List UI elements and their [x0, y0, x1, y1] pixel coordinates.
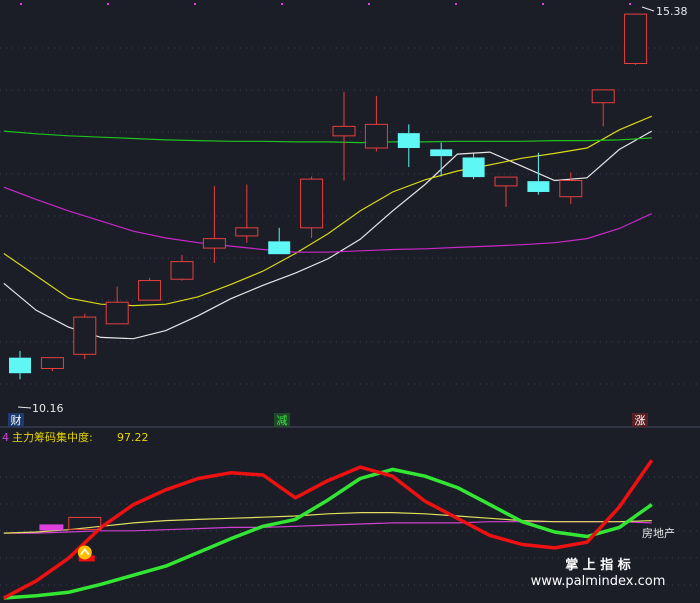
- marker-zhang: 涨: [635, 414, 646, 427]
- marker-cai: 财: [11, 413, 22, 427]
- candle-body-16: [527, 181, 550, 192]
- top-dot-5: [455, 3, 457, 5]
- candle-body-19: [624, 13, 648, 64]
- watermark-title: 掌 上 指 标: [565, 557, 631, 573]
- indicator-marker-bar-0: [39, 524, 64, 531]
- indicator-marker-dot-2: [77, 545, 92, 560]
- top-dot-6: [542, 3, 544, 5]
- candle-body-13: [430, 149, 453, 157]
- marker-jian: 减: [277, 414, 288, 427]
- high-price-label: 15.38: [656, 5, 688, 18]
- low-price-arrow: [17, 406, 32, 409]
- top-dot-1: [107, 3, 109, 5]
- candle-body-0: [9, 357, 31, 374]
- moving-average-lines: [3, 115, 653, 340]
- indicator-title: 主力筹码集中度:: [12, 430, 93, 444]
- top-dot-3: [281, 3, 283, 5]
- sector-label: 房地产: [642, 526, 675, 540]
- candle-body-14: [462, 157, 485, 178]
- top-dot-0: [20, 3, 22, 5]
- candle-body-6: [202, 238, 226, 249]
- indicator-value: 97.22: [117, 431, 149, 444]
- candle-body-18: [591, 89, 615, 104]
- ma-line-3: [3, 186, 653, 253]
- candle-body-8: [268, 241, 291, 255]
- stock-chart: 15.38 10.16 财 减 涨 4 主力筹码集中度: 97.22 房地产 掌…: [0, 3, 700, 600]
- top-dot-4: [368, 3, 370, 5]
- indicator-index: 4: [2, 431, 9, 444]
- candlesticks: [9, 13, 648, 380]
- candle-body-5: [170, 261, 194, 280]
- candle-body-1: [40, 357, 64, 369]
- candle-body-9: [300, 178, 324, 229]
- ma-line-0: [3, 130, 653, 340]
- candle-body-17: [559, 179, 583, 198]
- low-price-label: 10.16: [32, 402, 64, 415]
- candle-body-12: [397, 133, 420, 149]
- top-dot-7: [629, 3, 631, 5]
- ma-line-1: [3, 115, 653, 307]
- ma-line-2: [3, 130, 652, 144]
- candle-body-3: [105, 301, 129, 325]
- candle-body-2: [73, 316, 97, 355]
- candle-body-11: [364, 123, 388, 149]
- watermark-url: www.palmindex.com: [531, 574, 666, 589]
- candle-body-4: [138, 280, 162, 301]
- candle-body-15: [494, 176, 518, 187]
- candle-body-10: [332, 125, 356, 137]
- high-price-arrow: [641, 6, 655, 12]
- top-dot-2: [194, 3, 196, 5]
- candle-body-7: [235, 227, 259, 237]
